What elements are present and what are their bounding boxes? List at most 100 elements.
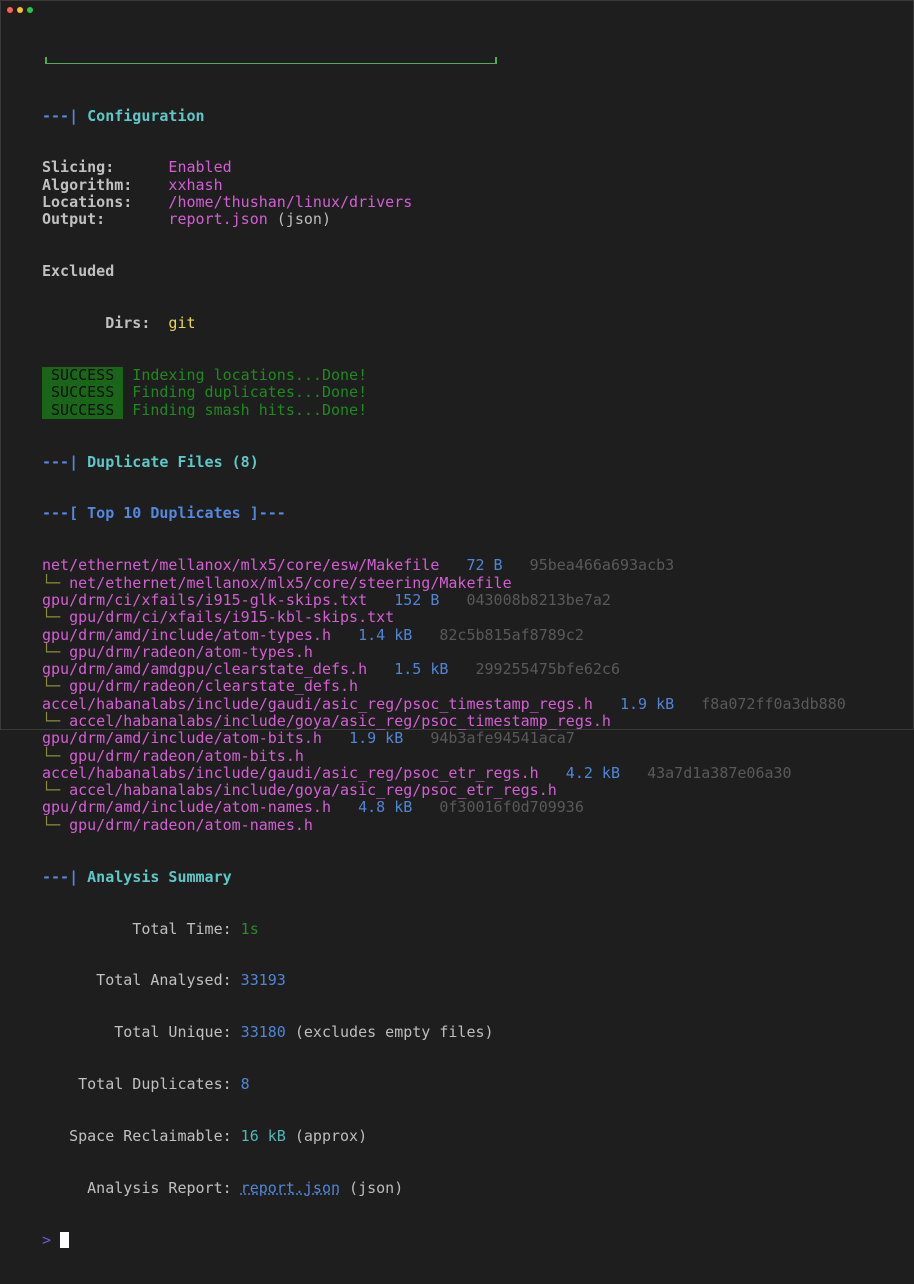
file-path: accel/habanalabs/include/gaudi/asic_reg/…: [42, 694, 593, 713]
header-prefix: ---[: [42, 504, 88, 523]
section-title: Duplicate Files (8): [87, 452, 259, 471]
step-row: SUCCESS Finding duplicates...Done!: [42, 383, 846, 402]
file-size: 152 B: [394, 590, 440, 609]
file-path: gpu/drm/amd/amdgpu/clearstate_defs.h: [42, 660, 368, 679]
summary-label: Total Analysed:: [96, 971, 232, 990]
tree-branch-icon: └─: [42, 746, 70, 765]
step-message: Finding duplicates...Done!: [132, 383, 368, 402]
file-size: 72 B: [466, 556, 503, 575]
duplicate-path: gpu/drm/radeon/atom-names.h: [69, 815, 313, 834]
file-hash: 95bea466a693acb3: [529, 556, 675, 575]
duplicate-row: gpu/drm/amd/include/atom-types.h 1.4 kB …: [42, 625, 846, 644]
summary-value: 1s: [240, 919, 259, 938]
file-size: 4.2 kB: [565, 763, 620, 782]
file-size: 1.5 kB: [394, 660, 449, 679]
tree-branch-icon: └─: [42, 781, 70, 800]
tree-branch-icon: └─: [42, 573, 70, 592]
config-row: Algorithm: xxhash: [42, 175, 846, 194]
step-row: SUCCESS Finding smash hits...Done!: [42, 400, 846, 419]
file-hash: 043008b8213be7a2: [466, 590, 611, 609]
duplicate-row: accel/habanalabs/include/gaudi/asic_reg/…: [42, 763, 846, 782]
file-hash: 82c5b815af8789c2: [439, 625, 584, 644]
minimize-button[interactable]: [17, 7, 23, 13]
summary-note: (approx): [285, 1127, 368, 1146]
duplicate-path: accel/habanalabs/include/goya/asic_reg/p…: [69, 711, 611, 730]
header-suffix: ]---: [240, 504, 286, 523]
header-prefix: ---|: [42, 452, 88, 471]
step-message: Finding smash hits...Done!: [132, 400, 368, 419]
file-path: net/ethernet/mellanox/mlx5/core/esw/Make…: [42, 556, 440, 575]
duplicate-match-row: └─ gpu/drm/radeon/atom-types.h: [42, 642, 846, 661]
section-title: Analysis Summary: [87, 867, 232, 886]
summary-total-duplicates: Total Duplicates: 8: [42, 1075, 846, 1094]
summary-label: Space Reclaimable:: [69, 1127, 232, 1146]
config-row: Slicing: Enabled: [42, 159, 846, 177]
config-value-suffix: (json): [267, 210, 331, 229]
prompt-line[interactable]: >: [42, 1230, 846, 1249]
duplicate-match-row: └─ gpu/drm/radeon/atom-bits.h: [42, 746, 846, 765]
summary-value: 33180: [240, 1023, 286, 1042]
section-title: Configuration: [87, 106, 205, 125]
summary-analysis-report: Analysis Report: report.json (json): [42, 1179, 846, 1197]
duplicates-header: ---| Duplicate Files (8): [42, 452, 846, 471]
step-message: Indexing locations...Done!: [132, 366, 368, 385]
duplicate-row: gpu/drm/amd/amdgpu/clearstate_defs.h 1.5…: [42, 660, 846, 679]
duplicate-row: gpu/drm/ci/xfails/i915-glk-skips.txt 152…: [42, 590, 846, 609]
tree-branch-icon: └─: [42, 677, 70, 696]
duplicate-path: net/ethernet/mellanox/mlx5/core/steering…: [69, 573, 512, 592]
success-badge: SUCCESS: [42, 401, 124, 419]
file-hash: 94b3afe94541aca7: [430, 729, 575, 748]
duplicate-path: gpu/drm/radeon/atom-types.h: [69, 642, 313, 661]
summary-label: Total Time:: [132, 919, 232, 938]
file-path: gpu/drm/amd/include/atom-types.h: [42, 625, 331, 644]
success-badge: SUCCESS: [42, 384, 124, 402]
config-row: Output: report.json (json): [42, 210, 846, 229]
config-row: Locations: /home/thushan/linux/drivers: [42, 193, 846, 212]
summary-total-unique: Total Unique: 33180 (excludes empty file…: [42, 1023, 846, 1042]
config-value: report.json: [168, 210, 268, 229]
config-label: Output:: [42, 210, 106, 229]
file-hash: 0f30016f0d709936: [439, 798, 584, 817]
file-size: 1.9 kB: [619, 694, 675, 713]
terminal-window: ---| Configuration Slicing: Enabled Algori…: [0, 0, 914, 1249]
duplicate-match-row: └─ gpu/drm/ci/xfails/i915-kbl-skips.txt: [42, 609, 846, 626]
tree-branch-icon: └─: [42, 815, 70, 834]
duplicate-path: gpu/drm/radeon/atom-bits.h: [69, 746, 304, 765]
summary-label: Total Duplicates:: [78, 1075, 232, 1094]
report-link[interactable]: report.json: [241, 1179, 340, 1197]
duplicate-row: net/ethernet/mellanox/mlx5/core/esw/Make…: [42, 557, 846, 574]
file-size: 1.4 kB: [358, 625, 413, 644]
close-button[interactable]: [7, 7, 13, 13]
duplicate-match-row: └─ gpu/drm/radeon/atom-names.h: [42, 815, 846, 834]
config-label: Locations:: [42, 193, 133, 212]
success-badge: SUCCESS: [42, 366, 124, 385]
prompt-symbol: >: [42, 1230, 52, 1249]
summary-total-analysed: Total Analysed: 33193: [42, 971, 846, 990]
maximize-button[interactable]: [27, 7, 33, 13]
summary-total-time: Total Time: 1s: [42, 919, 846, 938]
summary-label: Analysis Report:: [87, 1179, 232, 1197]
duplicate-match-row: └─ accel/habanalabs/include/goya/asic_re…: [42, 711, 846, 730]
duplicate-row: gpu/drm/amd/include/atom-names.h 4.8 kB …: [42, 799, 846, 816]
window-controls: [7, 7, 33, 13]
file-hash: f8a072ff0a3db880: [701, 694, 846, 713]
file-size: 4.8 kB: [358, 798, 413, 817]
config-value: /home/thushan/linux/drivers: [168, 193, 413, 212]
duplicate-match-row: └─ net/ethernet/mellanox/mlx5/core/steer…: [42, 573, 846, 592]
duplicate-row: accel/habanalabs/include/gaudi/asic_reg/…: [42, 694, 846, 713]
summary-note: (excludes empty files): [285, 1023, 494, 1042]
summary-header: ---| Analysis Summary: [42, 867, 846, 886]
file-path: gpu/drm/amd/include/atom-names.h: [42, 798, 331, 817]
config-value: git: [168, 314, 196, 333]
summary-label: Total Unique:: [114, 1023, 232, 1042]
config-value: xxhash: [168, 175, 223, 194]
file-hash: 43a7d1a387e06a30: [647, 763, 792, 782]
duplicate-match-row: └─ accel/habanalabs/include/goya/asic_re…: [42, 782, 846, 799]
tree-branch-icon: └─: [42, 608, 70, 627]
file-hash: 299255475bfe62c6: [475, 660, 620, 679]
file-size: 1.9 kB: [349, 729, 404, 748]
summary-space-reclaimable: Space Reclaimable: 16 kB (approx): [42, 1127, 846, 1146]
config-label: Excluded: [42, 262, 115, 281]
summary-note: (json): [340, 1179, 404, 1197]
duplicate-path: gpu/drm/ci/xfails/i915-kbl-skips.txt: [69, 608, 395, 627]
